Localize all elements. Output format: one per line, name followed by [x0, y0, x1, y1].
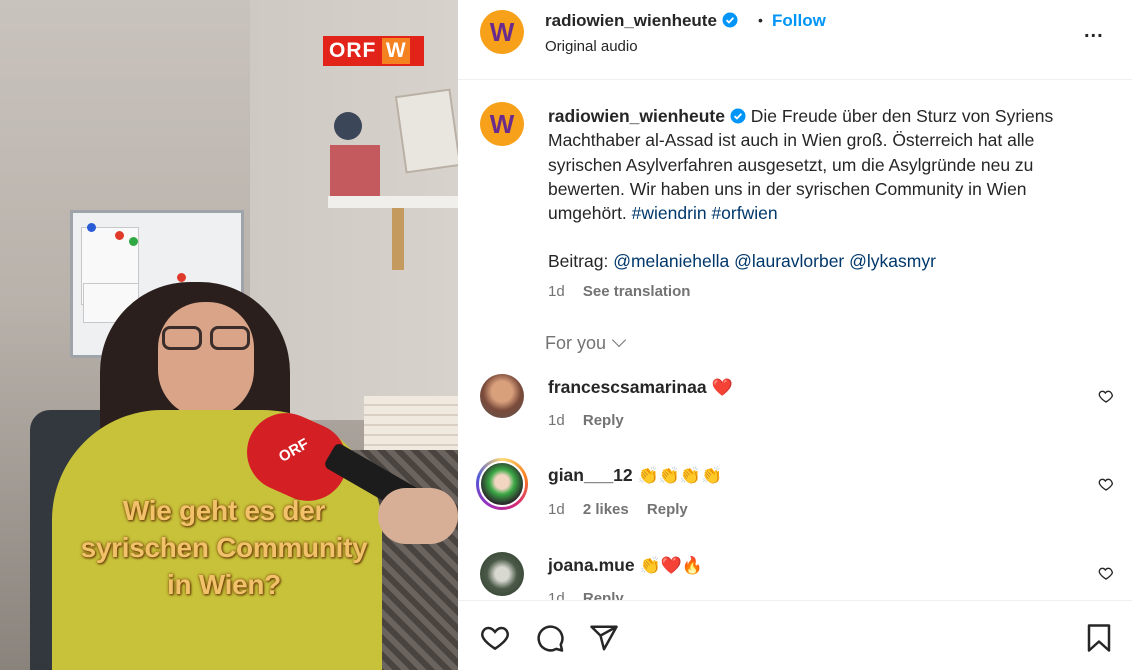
logo-orf-text: ORF: [329, 39, 377, 62]
reply-button[interactable]: Reply: [647, 501, 688, 518]
reply-button[interactable]: Reply: [583, 590, 624, 600]
comment-like-heart-icon[interactable]: [1098, 476, 1114, 492]
hashtag-link[interactable]: #orfwien: [711, 203, 777, 223]
glasses: [162, 326, 254, 352]
book-stack: [364, 396, 458, 456]
bookmark-icon[interactable]: [1084, 623, 1114, 653]
comment-username[interactable]: francescsamarinaa: [548, 377, 707, 397]
comment-text: ❤️: [711, 378, 733, 397]
post-caption: radiowien_wienheute Die Freude über den …: [548, 104, 1088, 274]
picture-frame: [394, 88, 458, 174]
caption-line: in Wien?: [166, 569, 281, 600]
comment-age: 1d: [548, 501, 565, 518]
post-age: 1d: [548, 283, 565, 300]
verified-badge-icon: [730, 108, 746, 124]
magnet: [177, 273, 186, 282]
comment-username[interactable]: gian___12: [548, 465, 633, 485]
see-translation-button[interactable]: See translation: [583, 283, 691, 300]
chevron-down-icon: [611, 332, 627, 348]
comment-likes[interactable]: 2 likes: [583, 501, 629, 518]
caption-username[interactable]: radiowien_wienheute: [548, 106, 725, 126]
reply-button[interactable]: Reply: [583, 412, 624, 429]
follow-button[interactable]: Follow: [772, 11, 826, 31]
comment-like-heart-icon[interactable]: [1098, 388, 1114, 404]
comment-avatar[interactable]: [480, 552, 524, 596]
verified-badge-icon: [722, 12, 738, 28]
username-text[interactable]: radiowien_wienheute: [545, 11, 717, 30]
caption-line: syrischen Community: [80, 532, 368, 563]
comment-avatar: [479, 461, 525, 507]
logo-w-text: W: [382, 38, 411, 64]
video-caption: Wie geht es der syrischen Community in W…: [0, 492, 448, 603]
credits-label: Beitrag:: [548, 251, 609, 272]
magnet: [115, 231, 124, 240]
audio-link[interactable]: Original audio: [545, 38, 638, 55]
comment-meta: 1d 2 likes Reply: [548, 501, 688, 518]
mention-link[interactable]: @melaniehella: [613, 251, 729, 271]
comment-like-heart-icon[interactable]: [1098, 565, 1114, 581]
comment-meta: 1d Reply: [548, 412, 624, 429]
comment-username[interactable]: joana.mue: [548, 555, 635, 575]
orf-wien-logo: ORF W: [323, 36, 424, 66]
post-body: W radiowien_wienheute Die Freude über de…: [458, 80, 1132, 600]
post-panel: W radiowien_wienheute • Follow Original …: [458, 0, 1132, 670]
comment-header: francescsamarinaa ❤️: [548, 377, 733, 398]
hashtag-link[interactable]: #wiendrin: [632, 203, 707, 223]
avatar-letter: W: [489, 108, 515, 139]
caption-line: Wie geht es der: [122, 495, 326, 526]
comment-avatar[interactable]: [480, 374, 524, 418]
heart-icon[interactable]: [480, 623, 510, 653]
mention-link[interactable]: @lauravlorber: [734, 251, 844, 271]
post-meta: 1d See translation: [548, 283, 690, 300]
for-you-label: For you: [545, 333, 607, 353]
magnet: [129, 237, 138, 246]
comment-age: 1d: [548, 590, 565, 600]
comment-icon[interactable]: [535, 623, 565, 653]
person-face: [158, 302, 254, 418]
mention-link[interactable]: @lykasmyr: [849, 251, 936, 271]
account-avatar[interactable]: W: [480, 10, 524, 54]
comment-meta: 1d Reply: [548, 590, 624, 600]
shelf-bracket: [392, 208, 404, 270]
wall-shelf: [328, 196, 458, 208]
comment-header: gian___12 👏👏👏👏: [548, 465, 722, 486]
globe: [334, 112, 362, 140]
comment-text: 👏❤️🔥: [639, 556, 703, 575]
separator-dot: •: [758, 12, 763, 28]
comment-age: 1d: [548, 412, 565, 429]
comment-avatar-story-ring[interactable]: [476, 458, 528, 510]
comment-text: 👏👏👏👏: [637, 466, 723, 485]
action-bar: [458, 600, 1132, 670]
video-player[interactable]: ORF ORF W Wie geht es der syrischen Comm…: [0, 0, 458, 670]
magnet: [87, 223, 96, 232]
comment-header: joana.mue 👏❤️🔥: [548, 555, 703, 576]
header-username[interactable]: radiowien_wienheute: [545, 11, 738, 31]
post-header: W radiowien_wienheute • Follow Original …: [458, 0, 1132, 80]
send-icon[interactable]: [589, 623, 619, 653]
shelf-objects: [330, 145, 380, 197]
avatar-letter: W: [489, 16, 515, 47]
more-options-icon[interactable]: ...: [1084, 20, 1104, 43]
caption-avatar[interactable]: W: [480, 102, 524, 146]
for-you-dropdown[interactable]: For you: [545, 332, 627, 354]
